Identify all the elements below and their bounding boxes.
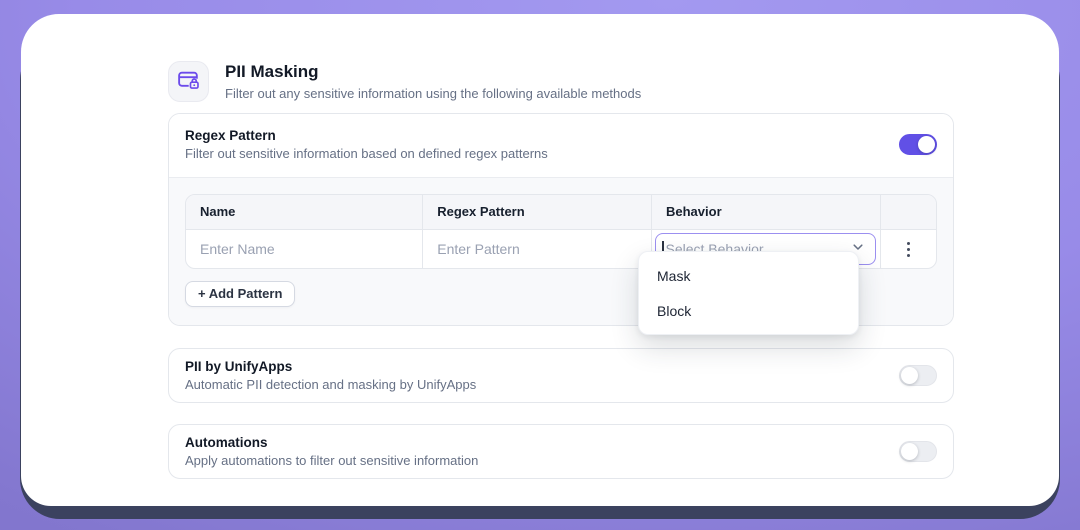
regex-section-title: Regex Pattern (185, 127, 548, 144)
toggle-knob (918, 136, 935, 153)
page-title: PII Masking (225, 61, 641, 82)
dropdown-option-mask[interactable]: Mask (639, 258, 858, 293)
column-header-behavior: Behavior (651, 195, 880, 229)
pii-section-subtitle: Automatic PII detection and masking by U… (185, 377, 476, 393)
table-header-row: Name Regex Pattern Behavior (186, 195, 936, 230)
automations-section: Automations Apply automations to filter … (168, 424, 954, 479)
dropdown-option-block[interactable]: Block (639, 293, 858, 328)
page-subtitle: Filter out any sensitive information usi… (225, 85, 641, 102)
automations-section-subtitle: Apply automations to filter out sensitiv… (185, 453, 478, 469)
toggle-knob (901, 367, 918, 384)
page-header: PII Masking Filter out any sensitive inf… (168, 61, 954, 102)
add-pattern-button[interactable]: + Add Pattern (185, 281, 295, 307)
pii-masking-icon-box (168, 61, 209, 102)
behavior-dropdown-menu: Mask Block (638, 251, 859, 335)
regex-pattern-toggle[interactable] (899, 134, 937, 155)
automations-toggle[interactable] (899, 441, 937, 462)
toggle-knob (901, 443, 918, 460)
pii-by-unifyapps-toggle[interactable] (899, 365, 937, 386)
row-menu-button[interactable] (901, 236, 916, 263)
name-cell (186, 230, 422, 268)
name-input[interactable] (186, 230, 422, 268)
column-header-name: Name (186, 195, 422, 229)
pii-by-unifyapps-section: PII by UnifyApps Automatic PII detection… (168, 348, 954, 403)
column-header-actions (880, 195, 936, 229)
pattern-cell (422, 230, 651, 268)
pattern-input[interactable] (423, 230, 651, 268)
automations-section-title: Automations (185, 434, 478, 451)
settings-panel: PII Masking Filter out any sensitive inf… (21, 14, 1059, 506)
column-header-regex-pattern: Regex Pattern (422, 195, 651, 229)
row-actions-cell (880, 230, 936, 268)
pii-section-title: PII by UnifyApps (185, 358, 476, 375)
regex-section-subtitle: Filter out sensitive information based o… (185, 146, 548, 162)
card-lock-icon (176, 67, 201, 97)
